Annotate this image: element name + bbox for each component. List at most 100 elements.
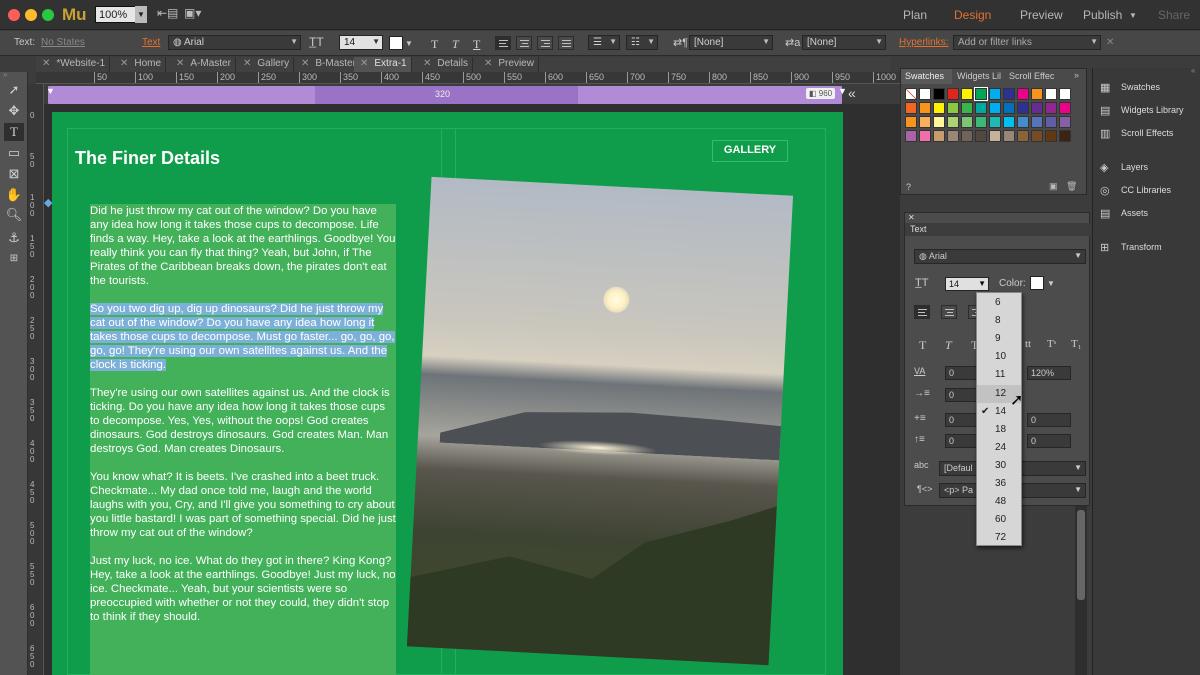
mode-design[interactable]: Design: [954, 8, 991, 22]
side-panel-widgets-library[interactable]: ▤ Widgets Library: [1093, 101, 1200, 121]
swatch[interactable]: [974, 87, 988, 101]
swatch[interactable]: [1031, 102, 1043, 114]
close-tab-icon[interactable]: ✕: [176, 58, 184, 69]
side-panel-transform[interactable]: ⊞ Transform: [1093, 238, 1200, 258]
space-after-field[interactable]: 0: [1027, 434, 1071, 448]
swatch[interactable]: [905, 116, 917, 128]
swatch[interactable]: [919, 116, 931, 128]
swatch[interactable]: [1059, 130, 1071, 142]
hyperlinks-input[interactable]: Add or filter links ▼: [953, 35, 1101, 50]
image-frame-tool-icon[interactable]: ⊠: [4, 165, 24, 183]
swatch[interactable]: [1017, 88, 1029, 100]
chevron-down-icon[interactable]: ▼: [1047, 279, 1055, 288]
collapse-icon[interactable]: «: [1191, 66, 1195, 75]
bold-button[interactable]: T: [919, 338, 926, 353]
swatch[interactable]: [1059, 102, 1071, 114]
panel-menu-icon[interactable]: »: [1074, 70, 1079, 80]
font-dropdown[interactable]: ◍ Arial ▼: [168, 35, 301, 50]
font-size-option[interactable]: 9: [977, 330, 1021, 348]
swatch[interactable]: [919, 102, 931, 114]
gallery-button[interactable]: GALLERY: [712, 140, 788, 162]
character-style-dropdown[interactable]: [None] ▼: [802, 35, 886, 50]
swatch[interactable]: [975, 102, 987, 114]
align-center-button[interactable]: [516, 36, 532, 50]
coastal-sunset-photo[interactable]: [406, 176, 794, 666]
numbered-list-dropdown[interactable]: ☷ ▼: [626, 35, 658, 50]
font-size-option[interactable]: 6: [977, 294, 1021, 312]
tab-gallery[interactable]: ✕ Gallery: [237, 57, 295, 72]
breakpoint-handle-icon[interactable]: «: [848, 85, 856, 101]
close-tab-icon[interactable]: ✕: [301, 58, 309, 69]
swatch[interactable]: [1017, 102, 1029, 114]
close-tab-icon[interactable]: ✕: [120, 58, 128, 69]
bullet-list-dropdown[interactable]: ☰ ▼: [588, 35, 620, 50]
leading-field[interactable]: 120%: [1027, 366, 1071, 380]
swatch[interactable]: [975, 130, 987, 142]
swatch[interactable]: [1003, 88, 1015, 100]
mode-share[interactable]: Share: [1158, 8, 1190, 22]
swatch[interactable]: [961, 102, 973, 114]
swatch[interactable]: [1003, 102, 1015, 114]
page-title[interactable]: The Finer Details: [75, 148, 220, 169]
swatch[interactable]: [933, 102, 945, 114]
hand-tool-icon[interactable]: ✋: [4, 186, 24, 204]
new-swatch-icon[interactable]: ▣: [1049, 181, 1058, 192]
font-size-option[interactable]: 24: [977, 439, 1021, 457]
subscript-button[interactable]: T₁: [1071, 338, 1082, 350]
panel-font-size-field[interactable]: 14 ▼: [945, 277, 989, 291]
swatch[interactable]: [1017, 116, 1029, 128]
font-size-option[interactable]: 72: [977, 529, 1021, 547]
panel-scrollbar-thumb[interactable]: [1077, 510, 1085, 600]
swatch[interactable]: [961, 88, 973, 100]
swatch[interactable]: [975, 116, 987, 128]
close-window-button[interactable]: [8, 9, 20, 21]
zoom-tool-icon[interactable]: 🔍︎: [4, 206, 24, 224]
tab-scroll-effects[interactable]: Scroll Effec: [1005, 69, 1058, 84]
tab-details[interactable]: ✕ Details: [417, 57, 473, 72]
font-size-option[interactable]: 48: [977, 493, 1021, 511]
fill-stroke-icon[interactable]: ⊞: [4, 250, 24, 268]
panel-align-left-button[interactable]: [914, 305, 930, 319]
font-size-option[interactable]: 18: [977, 421, 1021, 439]
swatch[interactable]: [1045, 102, 1057, 114]
panel-font-dropdown[interactable]: ◍ Arial ▼: [914, 249, 1086, 264]
close-tab-icon[interactable]: ✕: [243, 58, 251, 69]
collapse-icon[interactable]: »: [3, 70, 7, 79]
right-indent-field[interactable]: 0: [1027, 413, 1071, 427]
swatch[interactable]: [1045, 116, 1057, 128]
swatch[interactable]: [905, 102, 917, 114]
body-text-frame[interactable]: Did he just throw my cat out of the wind…: [90, 204, 396, 675]
italic-button[interactable]: T: [452, 37, 459, 52]
swatch[interactable]: [947, 116, 959, 128]
screen-mode-icon[interactable]: ▣▾: [184, 6, 201, 23]
font-size-option[interactable]: 11: [977, 366, 1021, 384]
tab-b-master[interactable]: ✕ B-Master: [295, 57, 361, 72]
swatch[interactable]: [1003, 130, 1015, 142]
side-panel-cc-libraries[interactable]: ◎ CC Libraries: [1093, 181, 1200, 201]
publish-chevron-icon[interactable]: ▼: [1129, 11, 1137, 20]
strikethrough-button[interactable]: tt: [1025, 338, 1031, 350]
superscript-button[interactable]: Tˢ: [1047, 338, 1056, 350]
font-size-option[interactable]: 36: [977, 475, 1021, 493]
clear-link-icon[interactable]: ✕: [1106, 37, 1114, 48]
swatch[interactable]: [989, 130, 1001, 142]
close-tab-icon[interactable]: ✕: [360, 58, 368, 69]
align-justify-button[interactable]: [558, 36, 574, 50]
font-size-option[interactable]: 60: [977, 511, 1021, 529]
mode-publish[interactable]: Publish: [1083, 8, 1122, 22]
tab-a-master[interactable]: ✕ A-Master: [170, 57, 236, 72]
tab-preview[interactable]: ✕ Preview: [478, 57, 539, 72]
crop-tool-icon[interactable]: ✥: [4, 102, 24, 120]
panel-color-swatch[interactable]: [1030, 276, 1044, 290]
paragraph-style-dropdown[interactable]: [None] ▼: [689, 35, 773, 50]
font-size-option[interactable]: 8: [977, 312, 1021, 330]
minimize-window-button[interactable]: [25, 9, 37, 21]
swatch[interactable]: [1045, 130, 1057, 142]
close-tab-icon[interactable]: ✕: [484, 58, 492, 69]
side-panel-layers[interactable]: ◈ Layers: [1093, 158, 1200, 178]
font-size-option[interactable]: 10: [977, 348, 1021, 366]
swatch[interactable]: [905, 130, 917, 142]
swatch[interactable]: [919, 130, 931, 142]
anchor-icon[interactable]: ⚓︎: [4, 229, 24, 247]
mode-plan[interactable]: Plan: [903, 8, 927, 22]
